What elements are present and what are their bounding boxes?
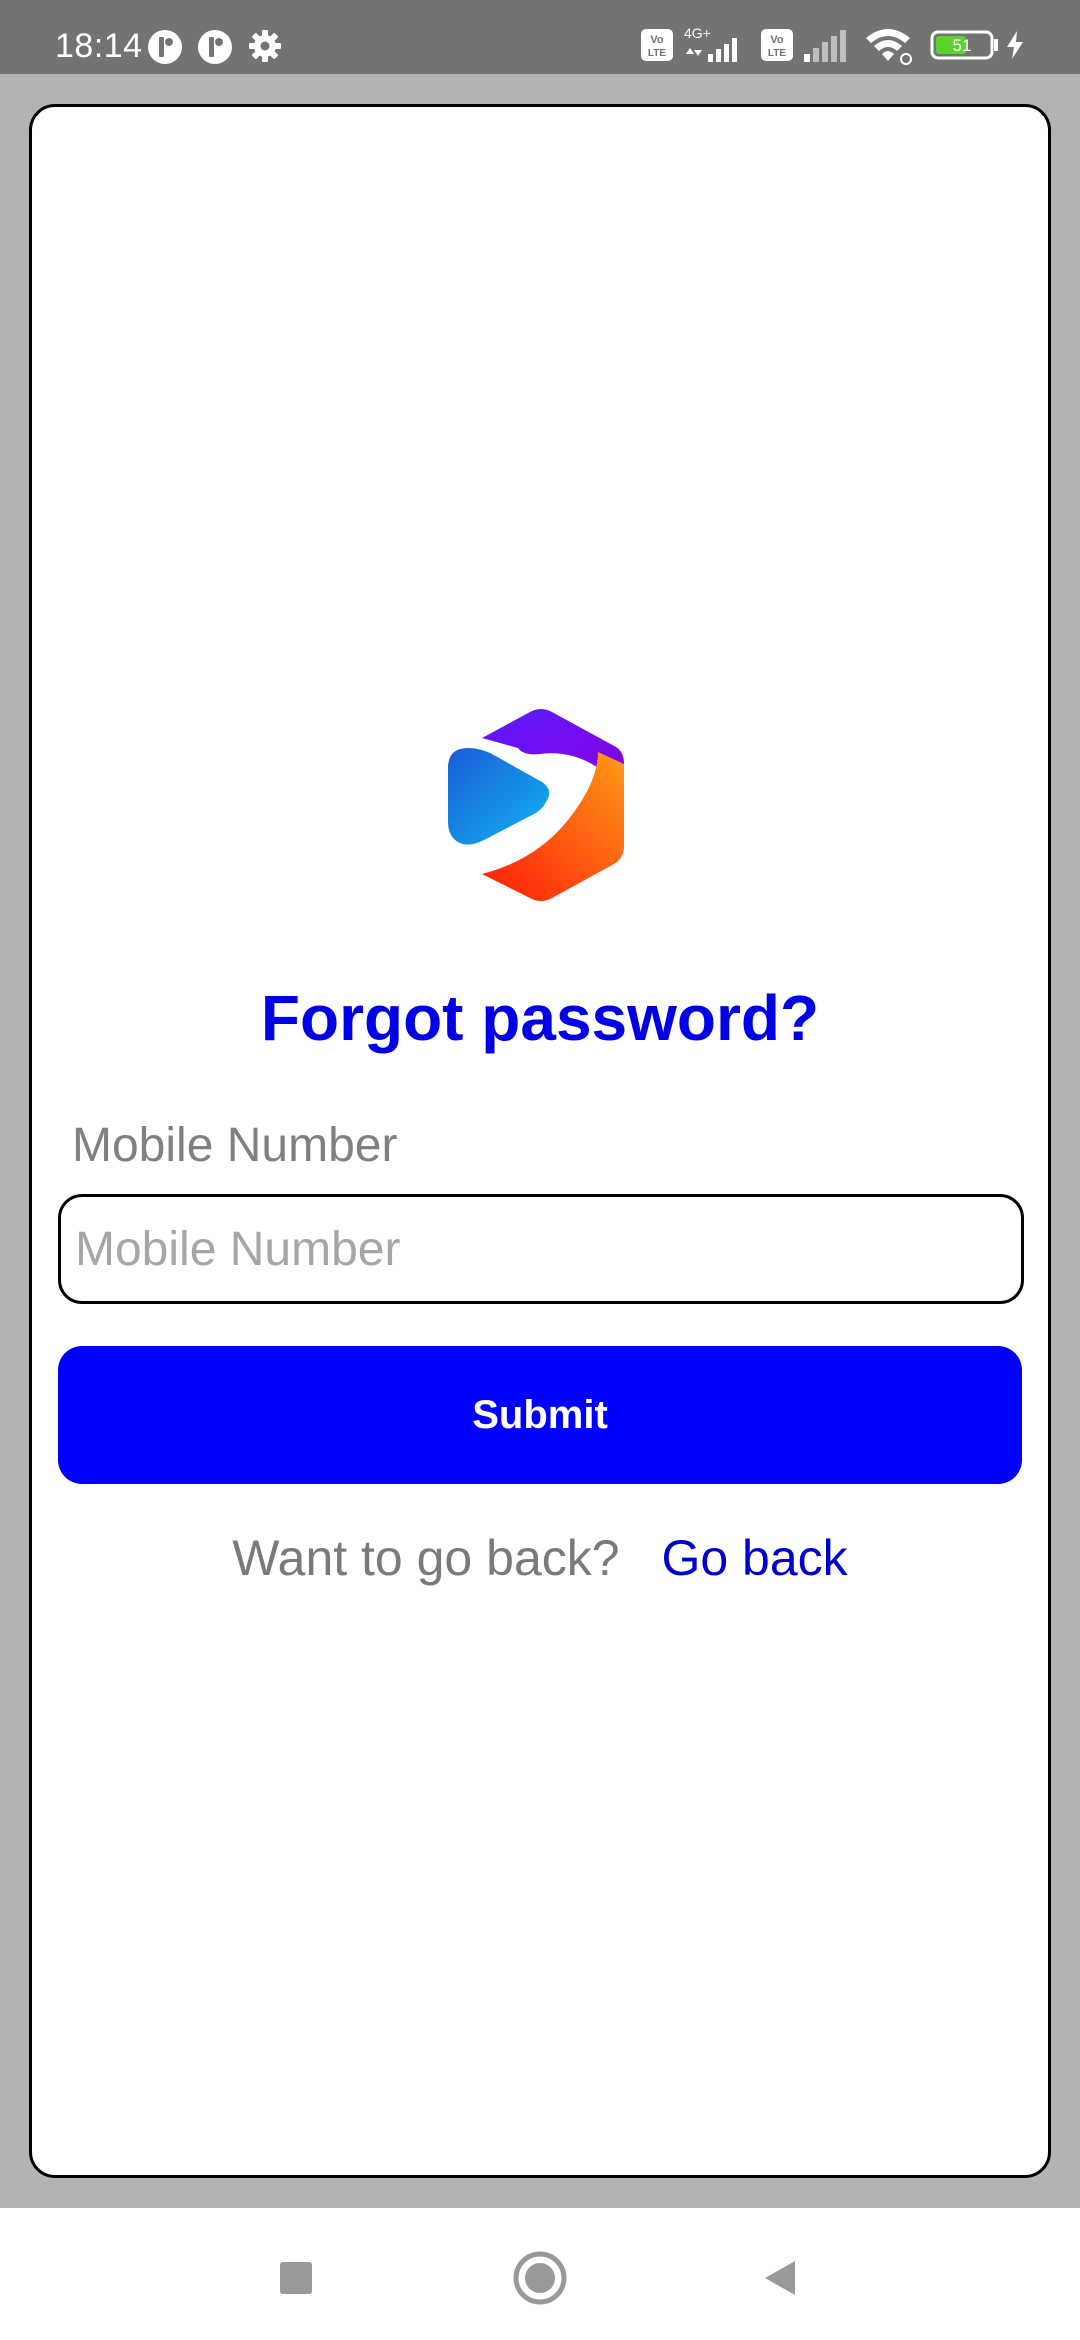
page-title: Forgot password?: [260, 982, 820, 1054]
back-button[interactable]: [741, 2240, 821, 2320]
go-back-row: Want to go back? Go back: [0, 1528, 1080, 1588]
svg-text:Vo: Vo: [650, 34, 664, 46]
volte-icon: Vo LTE: [760, 28, 794, 67]
mobile-number-label: Mobile Number: [72, 1119, 398, 1172]
svg-text:LTE: LTE: [768, 48, 786, 59]
navigation-bar: [0, 2208, 1080, 2340]
charging-icon: [1004, 30, 1026, 65]
battery-level: 51: [953, 36, 972, 55]
app-notification-icon: [197, 29, 233, 70]
home-button[interactable]: [500, 2240, 580, 2320]
recents-button[interactable]: [256, 2240, 336, 2320]
go-back-prompt: Want to go back?: [232, 1530, 620, 1586]
signal-icon: [802, 28, 854, 69]
back-triangle-icon: [761, 2258, 801, 2303]
network-type-label: 4G+: [684, 25, 711, 41]
submit-button[interactable]: Submit: [58, 1346, 1022, 1484]
recents-square-icon: [278, 2260, 314, 2301]
status-time: 18:14: [55, 27, 143, 65]
home-circle-icon: [512, 2250, 568, 2311]
wifi-icon: [864, 26, 916, 71]
svg-text:LTE: LTE: [648, 48, 666, 59]
settings-gear-icon: [248, 29, 282, 68]
go-back-link[interactable]: Go back: [661, 1530, 847, 1586]
app-notification-icon: [147, 29, 183, 70]
app-logo: [448, 708, 634, 902]
volte-icon: Vo LTE: [640, 28, 674, 67]
network-4g-icon: 4G+: [682, 24, 752, 71]
battery-icon: 51: [930, 30, 1000, 65]
mobile-number-input[interactable]: [58, 1194, 1024, 1304]
status-bar: 18:14 Vo LTE 4G+ Vo LTE 51: [0, 0, 1080, 74]
svg-text:Vo: Vo: [770, 34, 784, 46]
